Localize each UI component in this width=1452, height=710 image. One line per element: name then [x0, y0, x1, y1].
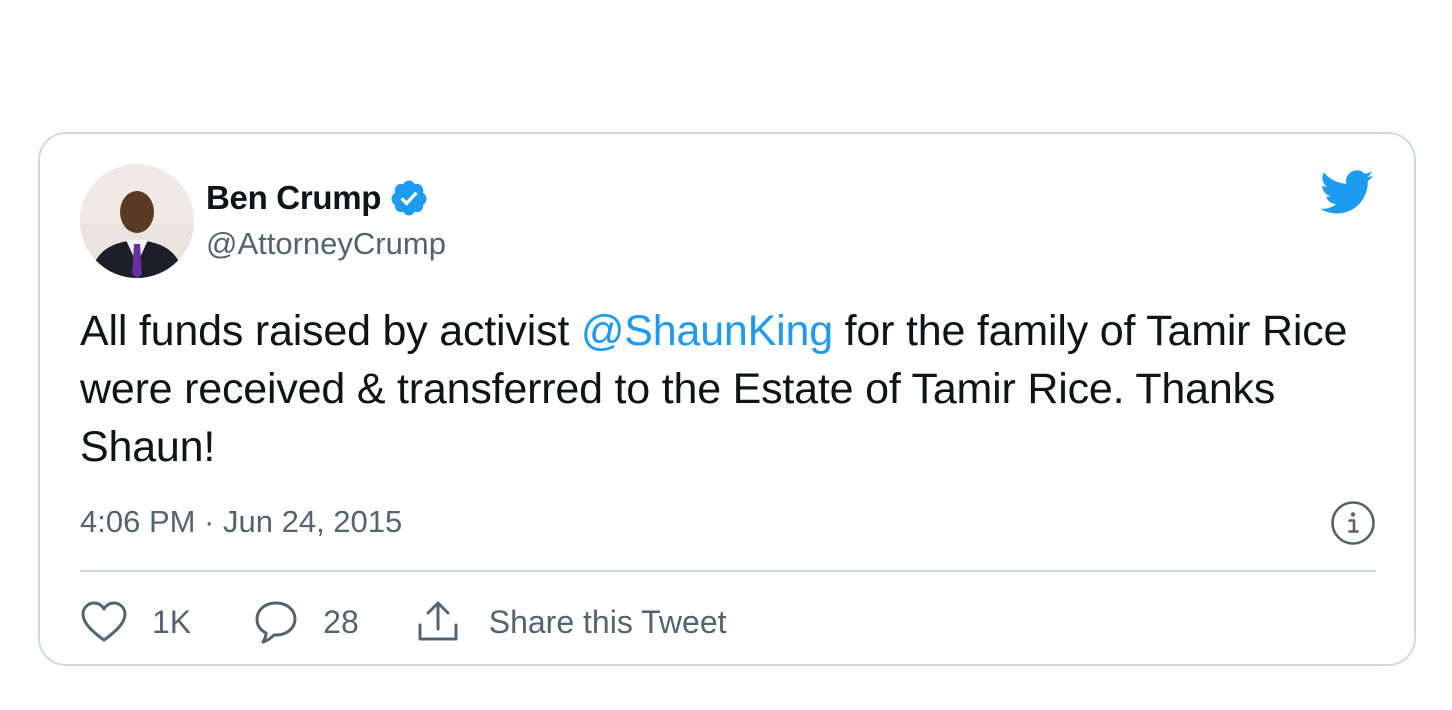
- like-count: 1K: [152, 603, 192, 640]
- info-icon[interactable]: [1330, 500, 1376, 546]
- actions-row: 1K 28 Share this Tweet: [80, 596, 727, 648]
- reply-count: 28: [323, 603, 359, 640]
- verified-badge-icon: [389, 178, 429, 218]
- author-name-row[interactable]: Ben Crump: [206, 176, 429, 220]
- tweet-card[interactable]: Ben Crump @AttorneyCrump All funds raise…: [38, 132, 1416, 666]
- like-button[interactable]: 1K: [80, 600, 191, 644]
- tweet-text: All funds raised by activist @ShaunKing …: [80, 302, 1380, 476]
- twitter-bird-icon[interactable]: [1318, 168, 1374, 216]
- mention-link[interactable]: @ShaunKing: [581, 307, 833, 355]
- speech-bubble-icon: [253, 599, 299, 645]
- author-handle[interactable]: @AttorneyCrump: [206, 226, 446, 262]
- timestamp[interactable]: 4:06 PM · Jun 24, 2015: [80, 504, 402, 540]
- tweet-text-part-1: All funds raised by activist: [80, 307, 581, 355]
- author-name[interactable]: Ben Crump: [206, 179, 381, 217]
- share-upload-icon: [415, 599, 461, 645]
- reply-button[interactable]: 28: [253, 599, 359, 645]
- share-button[interactable]: Share this Tweet: [415, 599, 727, 645]
- avatar[interactable]: [80, 164, 194, 278]
- share-label: Share this Tweet: [488, 603, 727, 640]
- heart-icon: [80, 600, 128, 644]
- avatar-portrait: [80, 164, 194, 278]
- divider: [80, 570, 1376, 572]
